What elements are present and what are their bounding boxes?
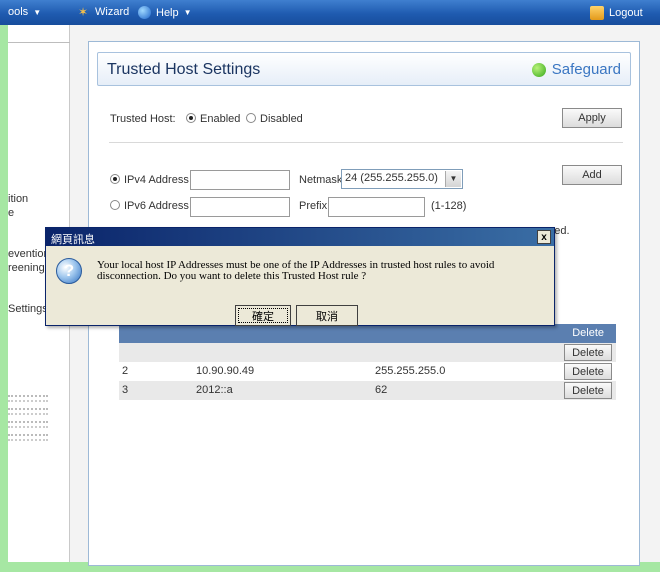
ipv6-address-input[interactable] bbox=[190, 197, 290, 217]
sidebar-item[interactable]: e bbox=[8, 207, 14, 219]
question-icon: ? bbox=[56, 258, 82, 284]
dialog-message: Your local host IP Addresses must be one… bbox=[97, 259, 495, 282]
device-image bbox=[8, 389, 48, 509]
close-icon: x bbox=[541, 231, 547, 243]
row-mask: 255.255.255.0 bbox=[375, 365, 446, 377]
sidebar-divider bbox=[8, 42, 70, 43]
sidebar-item[interactable]: ition bbox=[8, 193, 28, 205]
row-ip: 10.90.90.49 bbox=[196, 365, 255, 377]
radio-unselected-icon bbox=[110, 200, 120, 210]
radio-selected-icon bbox=[186, 113, 196, 123]
ipv4-label: IPv4 Address bbox=[124, 174, 189, 186]
prefix-input[interactable] bbox=[328, 197, 425, 217]
add-button[interactable]: Add bbox=[562, 165, 622, 185]
table-header-row: Delete bbox=[119, 324, 616, 343]
row-id: 2 bbox=[122, 365, 129, 377]
dialog-title-bar: 網頁訊息 x bbox=[46, 228, 554, 246]
ok-button[interactable]: 確定 bbox=[235, 305, 291, 326]
ipv6-radio[interactable]: IPv6 Address bbox=[110, 200, 189, 212]
menu-wizard-label: Wizard bbox=[95, 6, 130, 18]
delete-button[interactable]: Delete bbox=[564, 344, 612, 361]
help-icon bbox=[138, 6, 151, 19]
sidebar-item[interactable]: Settings bbox=[8, 303, 48, 315]
table-row: 2 10.90.90.49 255.255.255.0 Delete bbox=[119, 362, 616, 381]
dialog-title: 網頁訊息 bbox=[51, 234, 95, 246]
logout-icon bbox=[590, 6, 604, 20]
table-row: 3 2012::a 62 Delete bbox=[119, 381, 616, 400]
table-row: Delete bbox=[119, 343, 616, 362]
delete-column-header: Delete bbox=[572, 327, 604, 339]
prefix-range-hint: (1-128) bbox=[431, 200, 467, 212]
netmask-select[interactable]: 24 (255.255.255.0) ▼ bbox=[341, 169, 463, 189]
sidebar-item[interactable]: evention bbox=[8, 248, 50, 260]
trusted-host-disabled-radio[interactable]: Disabled bbox=[246, 113, 303, 125]
menu-help-label: Help bbox=[156, 6, 179, 19]
menu-tools-label: ools bbox=[8, 6, 29, 18]
apply-button[interactable]: Apply bbox=[562, 108, 622, 128]
safeguard-indicator: Safeguard bbox=[531, 61, 621, 78]
row-mask: 62 bbox=[375, 384, 388, 396]
confirm-dialog: 網頁訊息 x ? Your local host IP Addresses mu… bbox=[45, 227, 555, 326]
ipv4-radio[interactable]: IPv4 Address bbox=[110, 174, 189, 186]
chevron-down-icon: ▼ bbox=[445, 171, 461, 187]
radio-unselected-icon bbox=[246, 113, 256, 123]
ipv6-label: IPv6 Address bbox=[124, 200, 189, 212]
netmask-value: 24 (255.255.255.0) bbox=[345, 172, 438, 184]
radio-selected-icon bbox=[110, 174, 120, 184]
chevron-down-icon: ▼ bbox=[183, 8, 192, 17]
chevron-down-icon: ▼ bbox=[33, 7, 42, 17]
delete-button[interactable]: Delete bbox=[564, 382, 612, 399]
row-id: 3 bbox=[122, 384, 129, 396]
menu-wizard[interactable]: ✶ Wizard bbox=[78, 6, 129, 18]
prefix-label: Prefix bbox=[299, 200, 328, 212]
menu-tools[interactable]: ools ▼ bbox=[8, 6, 41, 18]
safeguard-status-icon bbox=[531, 62, 546, 77]
trusted-host-label: Trusted Host: bbox=[110, 113, 176, 125]
top-menu-bar: ools ▼ ✶ Wizard Help ▼ Logout bbox=[0, 0, 660, 25]
disabled-label: Disabled bbox=[260, 113, 303, 125]
page-title: Trusted Host Settings bbox=[107, 61, 261, 78]
close-button[interactable]: x bbox=[537, 230, 551, 244]
menu-help[interactable]: Help ▼ bbox=[138, 6, 192, 19]
wizard-icon: ✶ bbox=[78, 5, 89, 19]
safeguard-label: Safeguard bbox=[551, 61, 621, 78]
divider bbox=[109, 142, 623, 143]
sidebar-item[interactable]: reening bbox=[8, 262, 45, 274]
enabled-label: Enabled bbox=[200, 113, 241, 125]
ipv4-address-input[interactable] bbox=[190, 170, 290, 190]
trusted-host-enabled-radio[interactable]: Enabled bbox=[186, 113, 240, 125]
cancel-button[interactable]: 取消 bbox=[296, 305, 358, 326]
logout-label: Logout bbox=[609, 7, 643, 19]
logout-button[interactable]: Logout bbox=[590, 6, 643, 20]
panel-header: Trusted Host Settings Safeguard bbox=[97, 52, 631, 86]
netmask-label: Netmask bbox=[299, 174, 343, 186]
row-ip: 2012::a bbox=[196, 384, 233, 396]
delete-button[interactable]: Delete bbox=[564, 363, 612, 380]
